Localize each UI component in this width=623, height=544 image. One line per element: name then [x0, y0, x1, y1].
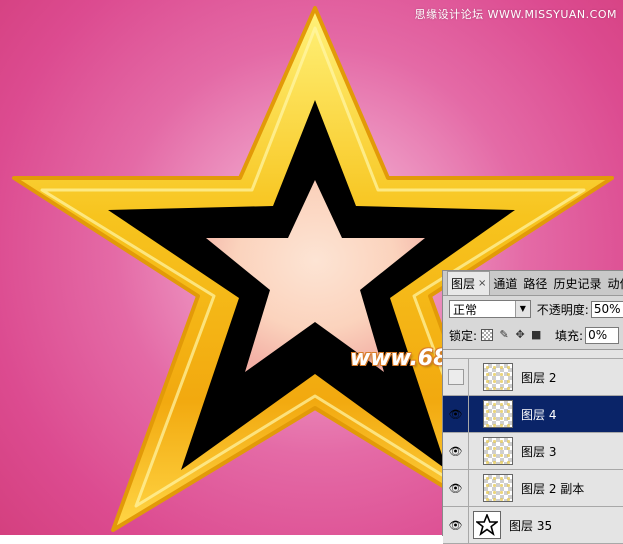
eye-icon: 👁	[448, 444, 463, 458]
opacity-label: 不透明度:	[536, 302, 589, 317]
lock-move-icon[interactable]: ✥	[515, 329, 525, 340]
layer-row[interactable]: 👁 图层 3	[443, 433, 623, 470]
layer-name: 图层 2 副本	[521, 481, 585, 496]
layer-row-partial	[443, 350, 623, 359]
lock-all-icon[interactable]: ■	[531, 329, 541, 340]
lock-icons: ✎ ✥ ■	[481, 329, 541, 341]
blend-mode-select[interactable]: 正常 ▼	[449, 300, 531, 318]
blend-opacity-row: 正常 ▼ 不透明度: 50%	[443, 296, 623, 322]
lock-fill-row: 锁定: ✎ ✥ ■ 填充: 0%	[443, 322, 623, 348]
tab-history[interactable]: 历史记录	[550, 272, 604, 295]
close-icon[interactable]: ×	[478, 278, 486, 289]
eye-icon: 👁	[448, 518, 463, 532]
visibility-toggle[interactable]	[443, 359, 469, 395]
star-icon	[476, 514, 498, 536]
tab-channels[interactable]: 通道	[490, 272, 520, 295]
eye-icon: 👁	[448, 481, 463, 495]
tab-layers-label: 图层	[451, 277, 476, 291]
layer-name: 图层 35	[509, 518, 553, 533]
tab-layers[interactable]: 图层 ×	[447, 271, 491, 295]
layer-name: 图层 2	[521, 370, 557, 385]
visibility-toggle[interactable]: 👁	[443, 433, 469, 469]
layer-row[interactable]: 👁 图层 4	[443, 396, 623, 433]
visibility-toggle[interactable]: 👁	[443, 396, 469, 432]
lock-transparency-icon[interactable]	[481, 329, 494, 341]
layer-list: 图层 2 👁 图层 4 👁 图层 3 👁 图层 2 副本 👁 图层 35	[443, 349, 623, 544]
tab-actions[interactable]: 动作	[604, 272, 623, 295]
blend-mode-value: 正常	[453, 302, 478, 317]
tab-paths[interactable]: 路径	[520, 272, 550, 295]
lock-brush-icon[interactable]: ✎	[499, 329, 509, 340]
fill-label: 填充:	[555, 328, 584, 343]
visibility-toggle[interactable]: 👁	[443, 507, 469, 543]
chevron-down-icon[interactable]: ▼	[514, 301, 530, 317]
layer-row[interactable]: 图层 2	[443, 359, 623, 396]
layer-row[interactable]: 👁 图层 2 副本	[443, 470, 623, 507]
layer-name: 图层 3	[521, 444, 557, 459]
layer-thumbnail	[483, 437, 513, 465]
layer-thumbnail	[483, 474, 513, 502]
opacity-input[interactable]: 50%	[590, 300, 623, 318]
layer-thumbnail	[483, 400, 513, 428]
watermark-missyuan: 思缘设计论坛 WWW.MISSYUAN.COM	[414, 8, 617, 21]
layer-thumbnail	[483, 363, 513, 391]
hidden-eye-box	[447, 369, 464, 385]
visibility-toggle[interactable]: 👁	[443, 470, 469, 506]
lock-label: 锁定:	[449, 328, 478, 343]
fill-input[interactable]: 0%	[585, 326, 620, 344]
layers-panel: 图层 × 通道 路径 历史记录 动作 正常 ▼ 不透明度: 50% 锁定: ✎ …	[442, 270, 623, 544]
layer-name: 图层 4	[521, 407, 557, 422]
eye-icon: 👁	[448, 407, 463, 421]
panel-tabs: 图层 × 通道 路径 历史记录 动作	[443, 271, 623, 296]
layer-row[interactable]: 👁 图层 35	[443, 507, 623, 544]
